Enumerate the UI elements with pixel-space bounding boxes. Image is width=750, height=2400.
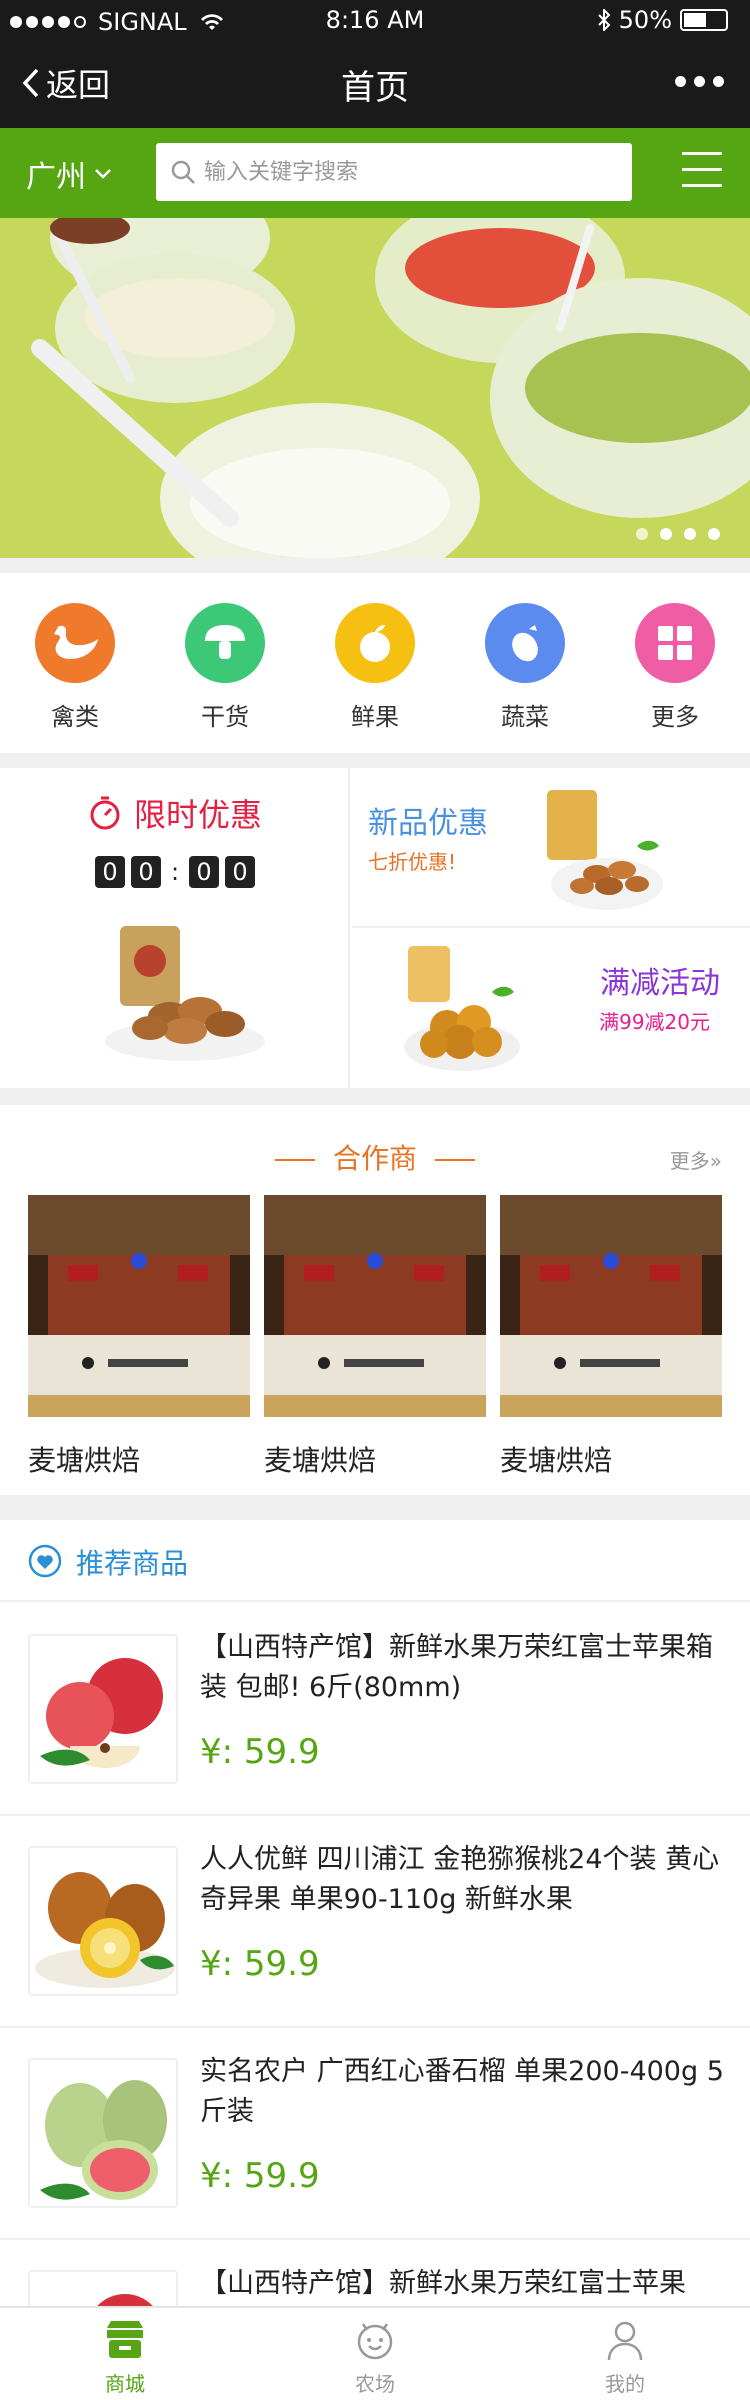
recommended-section: 推荐商品 【山西特产馆】新鲜水果万荣红富士苹果箱装 包邮! 6斤(80mm) ¥… [0, 1520, 750, 2400]
countdown-timer: 0 0 : 0 0 [0, 856, 350, 888]
partner-name: 麦塘烘焙 [500, 1444, 613, 1477]
grid-icon [635, 603, 715, 683]
partner-card[interactable]: 麦塘烘焙 [264, 1195, 486, 1479]
banner-carousel[interactable] [0, 218, 750, 558]
category-poultry[interactable]: 禽类 [0, 573, 150, 753]
partner-image [28, 1195, 250, 1417]
search-box [156, 143, 632, 201]
timer-digit: 0 [225, 856, 256, 888]
product-item[interactable]: 【山西特产馆】新鲜水果万荣红富士苹果箱装 包邮! 6斤(80mm) ¥: 59.… [0, 1604, 750, 1816]
recommended-title: 推荐商品 [76, 1547, 189, 1580]
flash-sale-card[interactable]: 限时优惠 0 0 : 0 0 [0, 768, 350, 1088]
goose-icon [35, 603, 115, 683]
store-icon [107, 2321, 143, 2358]
farm-icon [357, 2323, 393, 2360]
battery-icon [680, 9, 728, 31]
product-item[interactable]: 实名农户 广西红心番石榴 单果200-400g 5斤装 ¥: 59.9 [0, 2028, 750, 2240]
product-item[interactable]: 人人优鲜 四川浦江 金艳猕猴桃24个装 黄心奇异果 单果90-110g 新鲜水果… [0, 1816, 750, 2028]
nav-bar: 返回 首页 [0, 40, 750, 128]
category-more[interactable]: 更多 [600, 573, 750, 753]
tab-bar: 商城 农场 我的 [0, 2306, 750, 2400]
status-bar: SIGNAL 8:16 AM 50% [0, 0, 750, 40]
partners-more-link[interactable]: 更多» [670, 1145, 722, 1174]
partner-name: 麦塘烘焙 [28, 1444, 141, 1477]
tab-farm[interactable]: 农场 [250, 2308, 500, 2400]
heart-icon [28, 1544, 62, 1578]
discount-title: 满减活动 [600, 966, 720, 1001]
product-title: 实名农户 广西红心番石榴 单果200-400g 5斤装 [200, 2056, 724, 2127]
category-grid: 禽类 干货 鲜果 蔬菜 更多 [0, 573, 750, 753]
battery-indicator: 50% [597, 6, 728, 34]
timer-digit: 0 [94, 856, 125, 888]
category-vegetables[interactable]: 蔬菜 [450, 573, 600, 753]
partner-card[interactable]: 麦塘烘焙 [500, 1195, 722, 1479]
category-dried-goods[interactable]: 干货 [150, 573, 300, 753]
eggplant-icon [485, 603, 565, 683]
heading-dash [435, 1159, 475, 1161]
product-title: 人人优鲜 四川浦江 金艳猕猴桃24个装 黄心奇异果 单果90-110g 新鲜水果 [200, 1844, 720, 1915]
search-icon [171, 160, 195, 184]
page-title: 首页 [341, 68, 409, 108]
new-product-title: 新品优惠 [368, 806, 488, 841]
search-bar: 广州 [0, 128, 750, 218]
tab-mall[interactable]: 商城 [0, 2308, 250, 2400]
product-price: ¥: 59.9 [200, 2156, 320, 2196]
product-thumbnail [28, 1634, 178, 1784]
promo-section: 限时优惠 0 0 : 0 0 新品优惠 七折优惠! 满减活动 满99减20元 [0, 768, 750, 1088]
discount-card[interactable]: 满减活动 满99减20元 [352, 930, 750, 1088]
timer-digit: 0 [130, 856, 161, 888]
partners-section: 合作商 更多» 麦塘烘焙 麦塘烘焙 麦塘烘焙 [0, 1105, 750, 1495]
tab-label: 我的 [605, 2372, 645, 2396]
mushroom-icon [185, 603, 265, 683]
flash-sale-label: 限时优惠 [133, 796, 262, 834]
category-label: 蔬菜 [501, 703, 549, 731]
flash-sale-title: 限时优惠 [0, 790, 350, 836]
banner-image [0, 218, 750, 558]
category-label: 更多 [651, 703, 699, 731]
page: { "status_bar": {"carrier": "SIGNAL", "t… [0, 0, 750, 2400]
heading-dash [274, 1159, 315, 1161]
apple-icon [335, 603, 415, 683]
pecan-product-image [105, 926, 265, 1061]
new-product-subtitle: 七折优惠! [368, 850, 457, 874]
category-label: 禽类 [51, 703, 99, 731]
partners-title: 合作商 [332, 1142, 417, 1175]
chestnut-product-image [404, 946, 520, 1071]
city-label: 广州 [26, 160, 86, 195]
product-title: 【山西特产馆】新鲜水果万荣红富士苹果箱装 包邮! 6斤(80mm) [200, 1632, 713, 1703]
product-title: 【山西特产馆】新鲜水果万荣红富士苹果 [200, 2268, 686, 2299]
city-selector[interactable]: 广州 [26, 152, 112, 196]
product-price: ¥: 59.9 [200, 1944, 320, 1984]
product-thumbnail [28, 2058, 178, 2208]
category-label: 鲜果 [351, 703, 399, 731]
menu-icon[interactable] [682, 152, 722, 188]
tab-label: 农场 [355, 2372, 395, 2396]
timer-digit: 0 [189, 856, 220, 888]
tab-label: 商城 [105, 2372, 145, 2396]
user-icon [607, 2321, 643, 2361]
partner-card[interactable]: 麦塘烘焙 [28, 1195, 250, 1479]
category-fresh-fruit[interactable]: 鲜果 [300, 573, 450, 753]
more-options-icon[interactable] [675, 76, 724, 87]
product-thumbnail [28, 1846, 178, 1996]
search-input[interactable] [204, 143, 624, 201]
new-product-card[interactable]: 新品优惠 七折优惠! [352, 768, 750, 928]
bluetooth-icon [597, 9, 611, 31]
timer-icon [90, 796, 120, 830]
partner-name: 麦塘烘焙 [264, 1444, 377, 1477]
partner-image [264, 1195, 486, 1417]
product-price: ¥: 59.9 [200, 1732, 320, 1772]
partners-heading: 合作商 [0, 1137, 750, 1177]
battery-percent: 50% [618, 6, 672, 34]
tab-profile[interactable]: 我的 [500, 2308, 750, 2400]
chevron-down-icon [95, 169, 111, 179]
category-label: 干货 [201, 703, 249, 731]
timer-separator: : [170, 858, 180, 886]
carousel-dots[interactable] [636, 528, 720, 540]
partner-image [500, 1195, 722, 1417]
almond-product-image [547, 790, 663, 910]
discount-subtitle: 满99减20元 [599, 1010, 710, 1034]
recommended-header: 推荐商品 [0, 1520, 750, 1602]
